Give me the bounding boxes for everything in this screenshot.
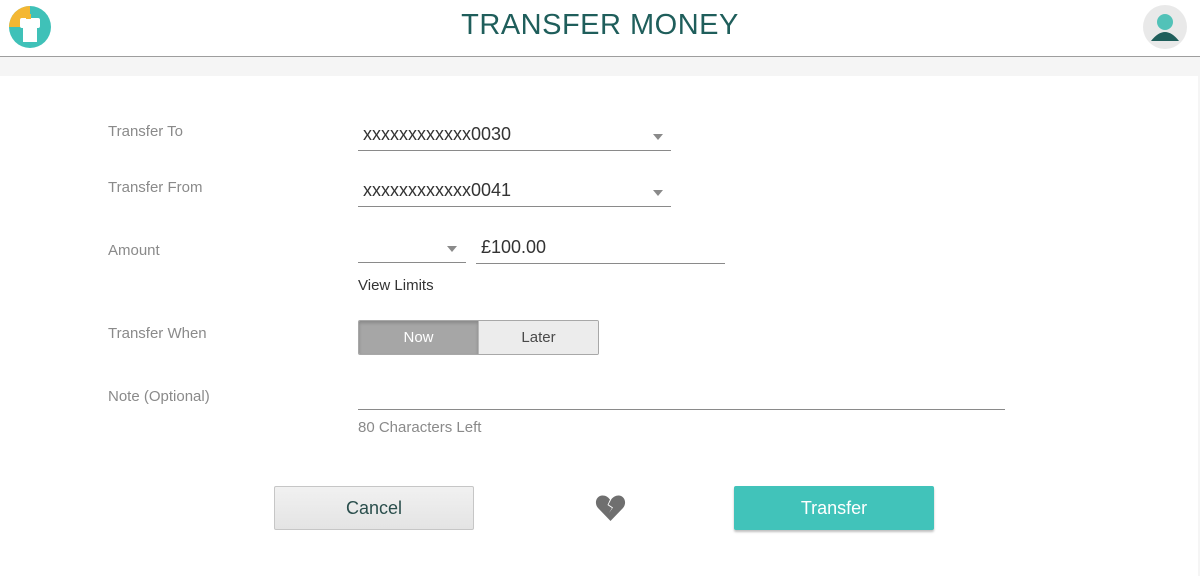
transfer-from-label: Transfer From (108, 179, 203, 196)
now-option-button[interactable]: Now (359, 321, 478, 354)
broken-heart-icon (595, 495, 626, 521)
note-character-counter: 80 Characters Left (358, 419, 482, 436)
transfer-when-label: Transfer When (108, 325, 207, 342)
chevron-down-icon (447, 246, 457, 252)
page-title: TRANSFER MONEY (461, 9, 739, 41)
transfer-button[interactable]: Transfer (734, 486, 934, 530)
transfer-to-select[interactable]: xxxxxxxxxxxx0030 (358, 121, 671, 151)
transfer-when-toggle: Now Later (358, 320, 599, 355)
app-header: TRANSFER MONEY (0, 0, 1200, 57)
transfer-to-value: xxxxxxxxxxxx0030 (363, 124, 512, 144)
amount-value: £100.00 (481, 237, 547, 257)
cancel-button[interactable]: Cancel (274, 486, 474, 530)
note-input[interactable] (358, 380, 1005, 410)
transfer-from-select[interactable]: xxxxxxxxxxxx0041 (358, 177, 671, 207)
chevron-down-icon (653, 190, 663, 196)
transfer-from-value: xxxxxxxxxxxx0041 (363, 180, 512, 200)
amount-label: Amount (108, 242, 160, 259)
user-avatar-icon[interactable] (1143, 5, 1187, 49)
chevron-down-icon (653, 134, 663, 140)
note-label: Note (Optional) (108, 388, 210, 405)
view-limits-link[interactable]: View Limits (358, 277, 434, 294)
transfer-to-label: Transfer To (108, 123, 184, 140)
currency-select[interactable] (358, 233, 466, 263)
later-option-button[interactable]: Later (478, 321, 598, 354)
amount-input[interactable]: £100.00 (476, 233, 725, 264)
